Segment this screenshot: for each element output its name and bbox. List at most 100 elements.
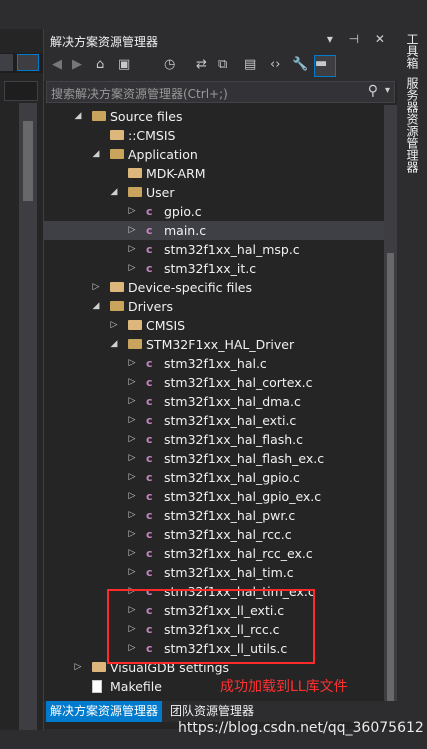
tree-item[interactable]: ◢ User (44, 183, 384, 202)
tab-solution-explorer[interactable]: 解决方案资源管理器 (46, 701, 163, 722)
search-icon[interactable]: ⚲ (368, 83, 378, 99)
collapsed-arrow-icon[interactable]: ▷ (126, 373, 138, 392)
collapsed-arrow-icon[interactable]: ▷ (126, 259, 138, 278)
show-all-files-icon[interactable]: ▤ (244, 57, 256, 72)
expanded-arrow-icon[interactable]: ◢ (108, 335, 120, 354)
code-icon[interactable]: ‹› (270, 57, 280, 72)
collapsed-arrow-icon[interactable]: ▷ (126, 449, 138, 468)
c-file-icon: c (146, 490, 153, 503)
collapsed-arrow-icon[interactable]: ▷ (126, 240, 138, 259)
tree-item-label: stm32f1xx_hal_pwr.c (164, 508, 296, 523)
collapsed-arrow-icon[interactable]: ▷ (126, 411, 138, 430)
left-dropdown[interactable] (4, 81, 38, 101)
tree-item[interactable]: MDK-ARM (44, 164, 384, 183)
tree-item-label: Drivers (128, 299, 173, 314)
forward-icon[interactable]: ▶ (72, 57, 82, 72)
search-box[interactable]: 搜索解决方案资源管理器(Ctrl+;) ⚲ ▾ (46, 81, 395, 103)
expanded-arrow-icon[interactable]: ◢ (90, 297, 102, 316)
tree-item[interactable]: ▷ c stm32f1xx_hal_flash_ex.c (44, 449, 384, 468)
tree-item[interactable]: ▷ c stm32f1xx_hal_tim.c (44, 563, 384, 582)
tree-item[interactable]: ▷ c stm32f1xx_hal_pwr.c (44, 506, 384, 525)
collapsed-arrow-icon[interactable]: ▷ (126, 468, 138, 487)
tree-item[interactable]: ◢ Source files (44, 107, 384, 126)
annotation-text: 成功加载到LL库文件 (220, 679, 348, 695)
c-file-icon: c (146, 262, 153, 275)
tree-item[interactable]: ▷ c stm32f1xx_hal.c (44, 354, 384, 373)
pending-changes-icon[interactable]: ◷ (164, 57, 175, 72)
tree-item-label: main.c (164, 223, 207, 238)
tree-item[interactable]: ▷ c stm32f1xx_hal_cortex.c (44, 373, 384, 392)
collapsed-arrow-icon[interactable]: ▷ (126, 525, 138, 544)
tree-item[interactable]: ▷ c stm32f1xx_hal_msp.c (44, 240, 384, 259)
collapsed-arrow-icon[interactable]: ▷ (126, 430, 138, 449)
tree-item-label: CMSIS (146, 318, 186, 333)
collapsed-arrow-icon[interactable]: ▷ (126, 354, 138, 373)
collapsed-arrow-icon[interactable]: ▷ (126, 392, 138, 411)
tree-item[interactable]: ▷ c stm32f1xx_hal_rcc.c (44, 525, 384, 544)
tree-item[interactable]: ◢ Drivers (44, 297, 384, 316)
left-toolbar-button[interactable] (0, 54, 13, 71)
collapsed-arrow-icon[interactable]: ▷ (126, 487, 138, 506)
collapsed-arrow-icon[interactable]: ▷ (90, 278, 102, 297)
tree-item[interactable]: ▷ c main.c (44, 221, 384, 240)
server-explorer-tab[interactable]: 服务器资源管理器 (404, 77, 421, 173)
tree-item-label: Device-specific files (128, 280, 253, 295)
folder-icon (92, 662, 106, 672)
search-options-icon[interactable]: ▾ (385, 85, 390, 96)
tree-item[interactable]: ▷ Device-specific files (44, 278, 384, 297)
tree-item-label: Application (128, 147, 198, 162)
tree-item-label: STM32F1xx_HAL_Driver (146, 337, 295, 352)
tree-item-label: stm32f1xx_hal_exti.c (164, 413, 297, 428)
tree-scrollbar[interactable] (384, 105, 397, 721)
tree-item[interactable]: ▷ CMSIS (44, 316, 384, 335)
collapsed-arrow-icon[interactable]: ▷ (72, 658, 84, 677)
tree-item-label: stm32f1xx_hal_flash.c (164, 432, 304, 447)
collapse-all-icon[interactable]: ⧉ (218, 57, 227, 72)
sync-icon[interactable]: ⇄ (196, 57, 207, 72)
expanded-arrow-icon[interactable]: ◢ (72, 107, 84, 126)
properties-icon[interactable]: 🔧 (292, 57, 308, 72)
c-file-icon: c (146, 357, 153, 370)
tree-item[interactable]: ▷ c stm32f1xx_it.c (44, 259, 384, 278)
panel-toolbar: ◀ ▶ ⌂ ▣ ◷ ⇄ ⧉ ▤ ‹› 🔧 ▬ (44, 51, 397, 81)
open-folder-icon (128, 187, 142, 197)
tree-item[interactable]: ◢ Application (44, 145, 384, 164)
c-file-icon: c (146, 224, 153, 237)
c-file-icon: c (146, 566, 153, 579)
tab-team-explorer[interactable]: 团队资源管理器 (166, 701, 258, 722)
tree-item[interactable]: ::CMSIS (44, 126, 384, 145)
collapsed-arrow-icon[interactable]: ▷ (126, 544, 138, 563)
tree-item[interactable]: ▷ c stm32f1xx_hal_flash.c (44, 430, 384, 449)
switch-views-icon[interactable]: ▣ (118, 57, 130, 72)
tree-item[interactable]: ▷ c stm32f1xx_hal_gpio_ex.c (44, 487, 384, 506)
collapsed-arrow-icon[interactable]: ▷ (126, 506, 138, 525)
folder-icon (110, 282, 124, 292)
tree-item[interactable]: ▷ c stm32f1xx_hal_rcc_ex.c (44, 544, 384, 563)
panel-window-controls[interactable]: ▾ ⊣ ✕ (327, 32, 391, 46)
toolbox-tab[interactable]: 工具箱 (404, 33, 421, 69)
tree-item[interactable]: ▷ c gpio.c (44, 202, 384, 221)
tree-item[interactable]: ▷ c stm32f1xx_hal_gpio.c (44, 468, 384, 487)
collapsed-arrow-icon[interactable]: ▷ (126, 202, 138, 221)
collapsed-arrow-icon[interactable]: ▷ (108, 316, 120, 335)
collapsed-arrow-icon[interactable]: ▷ (126, 563, 138, 582)
collapsed-arrow-icon[interactable]: ▷ (126, 221, 138, 240)
tree-item[interactable]: ▷ c stm32f1xx_hal_dma.c (44, 392, 384, 411)
tree-item[interactable]: ▷ c stm32f1xx_hal_exti.c (44, 411, 384, 430)
left-scrollbar-thumb[interactable] (23, 121, 33, 201)
preview-icon[interactable]: ▬ (314, 55, 336, 77)
panel-title: 解决方案资源管理器 (50, 35, 159, 49)
search-icon[interactable] (17, 54, 39, 71)
tree-scrollbar-thumb[interactable] (387, 253, 394, 708)
back-icon[interactable]: ◀ (52, 57, 62, 72)
tree-item-label: gpio.c (164, 204, 202, 219)
home-icon[interactable]: ⌂ (96, 57, 104, 72)
expanded-arrow-icon[interactable]: ◢ (108, 183, 120, 202)
top-bar (0, 0, 427, 29)
expanded-arrow-icon[interactable]: ◢ (90, 145, 102, 164)
tree-item-label: stm32f1xx_hal_gpio.c (164, 470, 300, 485)
tree-item-label: stm32f1xx_hal.c (164, 356, 267, 371)
tree-item-label: MDK-ARM (146, 166, 206, 181)
c-file-icon: c (146, 547, 153, 560)
tree-item[interactable]: ◢ STM32F1xx_HAL_Driver (44, 335, 384, 354)
